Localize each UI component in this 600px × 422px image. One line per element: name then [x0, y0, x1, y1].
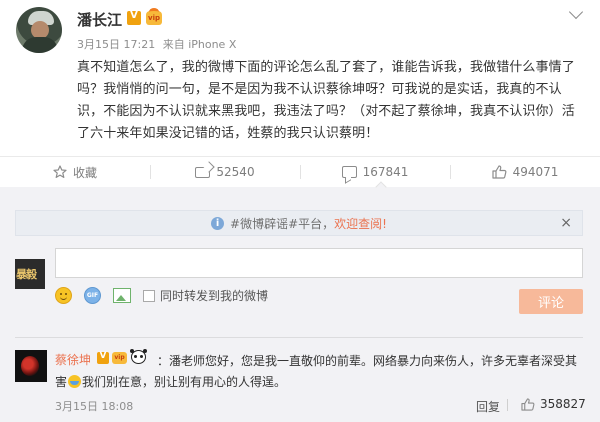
vip-badge-icon: [112, 352, 127, 364]
comment-tools: GIF 同时转发到我的微博: [55, 287, 268, 304]
post-date[interactable]: 3月15日 17:21: [77, 38, 155, 51]
post-meta: 3月15日 17:21 来自 iPhone X: [77, 36, 240, 52]
post-action-bar: 收藏 52540 167841 494071: [0, 157, 600, 187]
panda-badge-icon: [130, 349, 146, 364]
reply-button[interactable]: 回复: [476, 398, 500, 415]
thumbs-up-icon: [521, 397, 535, 411]
comment-like-count: 358827: [540, 397, 586, 411]
notice-link[interactable]: 欢迎查阅!: [334, 215, 387, 232]
repost-checkbox[interactable]: [143, 289, 155, 302]
repost-icon: [195, 166, 211, 178]
verified-badge-icon: [97, 351, 109, 364]
author-name[interactable]: 潘长江: [77, 9, 122, 30]
notice-text: #微博辟谣#平台，: [230, 216, 335, 231]
like-count: 494071: [512, 165, 559, 179]
image-icon[interactable]: [113, 288, 131, 303]
post-source: 来自 iPhone X: [162, 38, 237, 51]
favorite-label: 收藏: [72, 165, 97, 180]
commenter-name[interactable]: 蔡徐坤: [55, 351, 91, 368]
info-icon: i: [211, 216, 225, 230]
divider: [15, 337, 583, 338]
star-icon: [53, 165, 67, 179]
comment-time: 3月15日 18:08: [55, 400, 134, 413]
comment-count: 167841: [362, 165, 409, 179]
comment-panel: i #微博辟谣#平台， 欢迎查阅! × GIF 同时转发到我的微博 评论 ：潘老…: [0, 187, 600, 422]
comment-button[interactable]: 167841: [300, 157, 450, 187]
emoji-icon: [68, 375, 82, 388]
submit-comment-button[interactable]: 评论: [519, 289, 583, 314]
comment-text-2: 我们别在意，别让别有用心的人得逞。: [82, 375, 287, 389]
verified-badge-icon: [127, 10, 141, 25]
my-avatar: [15, 259, 45, 289]
gif-icon[interactable]: GIF: [84, 287, 101, 304]
chevron-down-icon[interactable]: [568, 4, 584, 20]
commenter-avatar[interactable]: [15, 350, 47, 382]
smile-icon[interactable]: [55, 287, 72, 304]
comment-input[interactable]: [55, 248, 583, 278]
comment-like-button[interactable]: 358827: [521, 397, 586, 411]
vip-badge-icon: [146, 8, 162, 25]
post-body: 真不知道怎么了，我的微博下面的评论怎么乱了套了，谁能告诉我，我做错什么事情了吗？…: [77, 60, 575, 141]
author-avatar[interactable]: [16, 7, 62, 53]
close-icon[interactable]: ×: [560, 215, 572, 231]
repost-checkbox-label[interactable]: 同时转发到我的微博: [160, 287, 268, 304]
divider: [507, 399, 508, 411]
repost-count: 52540: [216, 165, 255, 179]
repost-button[interactable]: 52540: [150, 157, 300, 187]
rumor-notice-banner: i #微博辟谣#平台， 欢迎查阅! ×: [15, 210, 583, 236]
thumbs-up-icon: [491, 165, 507, 179]
favorite-button[interactable]: 收藏: [0, 157, 150, 187]
like-button[interactable]: 494071: [450, 157, 600, 187]
comment-icon: [341, 166, 357, 178]
